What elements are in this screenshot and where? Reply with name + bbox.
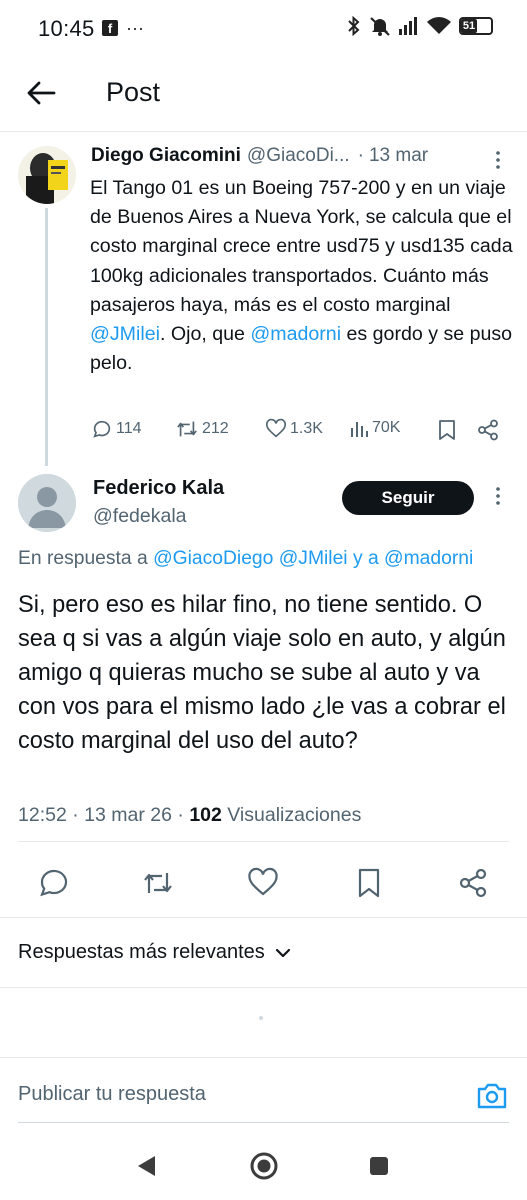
author-handle[interactable]: @fedekala	[93, 505, 187, 528]
reply-text: Si, pero eso es hilar fino, no tiene sen…	[18, 592, 506, 754]
loading-indicator	[259, 1016, 263, 1020]
post-text-part: El Tango 01 es un Boeing 757-200 y en un…	[90, 177, 513, 316]
post-text-part: . Ojo, que	[159, 323, 251, 346]
heart-icon[interactable]	[246, 866, 280, 900]
replies-sort-dropdown[interactable]: Respuestas más relevantes	[18, 941, 291, 964]
post-header: Diego Giacomini @GiacoDi... · 13 mar	[91, 145, 481, 167]
reply-icon[interactable]	[37, 866, 71, 900]
reply-action[interactable]: 114	[91, 418, 142, 440]
author-name[interactable]: Federico Kala	[93, 477, 224, 500]
follow-button[interactable]: Seguir	[342, 481, 474, 515]
reply-icon	[93, 420, 111, 438]
battery-level: 51	[461, 19, 477, 33]
post-text: El Tango 01 es un Boeing 757-200 y en un…	[90, 174, 515, 378]
like-action[interactable]: 1.3K	[265, 418, 323, 440]
share-icon[interactable]	[456, 866, 490, 900]
views-chart-icon	[351, 422, 368, 437]
mention-link[interactable]: @madorni	[250, 323, 341, 345]
status-system-icons: 51	[347, 16, 493, 36]
author-handle[interactable]: @GiacoDi...	[247, 145, 350, 167]
composer-divider	[0, 1057, 527, 1058]
avatar[interactable]	[18, 146, 76, 204]
profile-photo-icon	[18, 146, 76, 204]
repost-icon[interactable]	[141, 866, 175, 900]
sort-divider	[0, 987, 527, 988]
repost-count: 212	[202, 420, 229, 437]
post-actions: 114 212 1.3K 70K	[91, 418, 511, 444]
more-notifications-icon: ···	[126, 18, 144, 38]
status-notification-icons: f ···	[102, 18, 144, 38]
nav-recents-icon[interactable]	[368, 1155, 390, 1177]
reply-context: En respuesta a @GiacoDiego @JMilei y a @…	[18, 548, 527, 570]
post-meta: 12:52 · 13 mar 26 · 102 Visualizaciones	[18, 804, 362, 826]
system-nav-bar	[0, 1140, 527, 1200]
composer-underline	[18, 1122, 509, 1123]
wifi-icon	[427, 17, 451, 34]
heart-icon	[266, 418, 286, 438]
bluetooth-icon	[348, 16, 360, 36]
meta-divider	[18, 841, 509, 842]
actions-divider	[0, 917, 527, 918]
reply-count: 114	[116, 420, 142, 437]
default-avatar-icon	[18, 474, 76, 532]
reply-context-prefix: En respuesta a	[18, 548, 154, 569]
avatar[interactable]	[18, 474, 76, 532]
post-date: 13 mar 26	[84, 804, 172, 826]
post-time: 12:52	[18, 804, 67, 826]
camera-icon[interactable]	[474, 1078, 510, 1114]
reply-input[interactable]: Publicar tu respuesta	[18, 1083, 206, 1106]
views-label: Visualizaciones	[227, 804, 362, 826]
views-count: 102	[189, 804, 222, 826]
sort-label: Respuestas más relevantes	[18, 941, 265, 963]
views-action[interactable]: 70K	[349, 418, 400, 438]
chevron-down-icon	[275, 948, 290, 957]
signal-icon	[399, 17, 417, 35]
repost-action[interactable]: 212	[175, 418, 229, 440]
back-arrow-icon[interactable]	[24, 76, 58, 110]
header-divider	[0, 131, 527, 132]
mute-icon	[370, 17, 390, 36]
page-title: Post	[106, 77, 161, 107]
nav-home-icon[interactable]	[249, 1151, 279, 1181]
status-time: 10:45	[38, 16, 95, 41]
repost-icon	[177, 421, 197, 437]
views-count: 70K	[372, 419, 401, 436]
nav-back-icon[interactable]	[135, 1154, 157, 1178]
like-count: 1.3K	[290, 420, 323, 437]
more-options-icon[interactable]	[490, 486, 506, 506]
mention-link[interactable]: @JMilei	[90, 323, 160, 345]
facebook-notification-icon: f	[102, 20, 118, 36]
bookmark-icon[interactable]	[437, 419, 457, 441]
author-name[interactable]: Diego Giacomini	[91, 145, 241, 167]
post-date[interactable]: 13 mar	[369, 145, 428, 167]
more-options-icon[interactable]	[490, 150, 506, 170]
thread-line	[45, 208, 48, 466]
reply-mentions-link[interactable]: @GiacoDiego @JMilei y a @madorni	[153, 548, 473, 569]
bookmark-icon[interactable]	[352, 866, 386, 900]
separator-dot: ·	[357, 145, 364, 166]
reply-actions	[0, 866, 527, 900]
battery-icon: 51	[459, 17, 493, 35]
share-icon[interactable]	[477, 419, 499, 441]
